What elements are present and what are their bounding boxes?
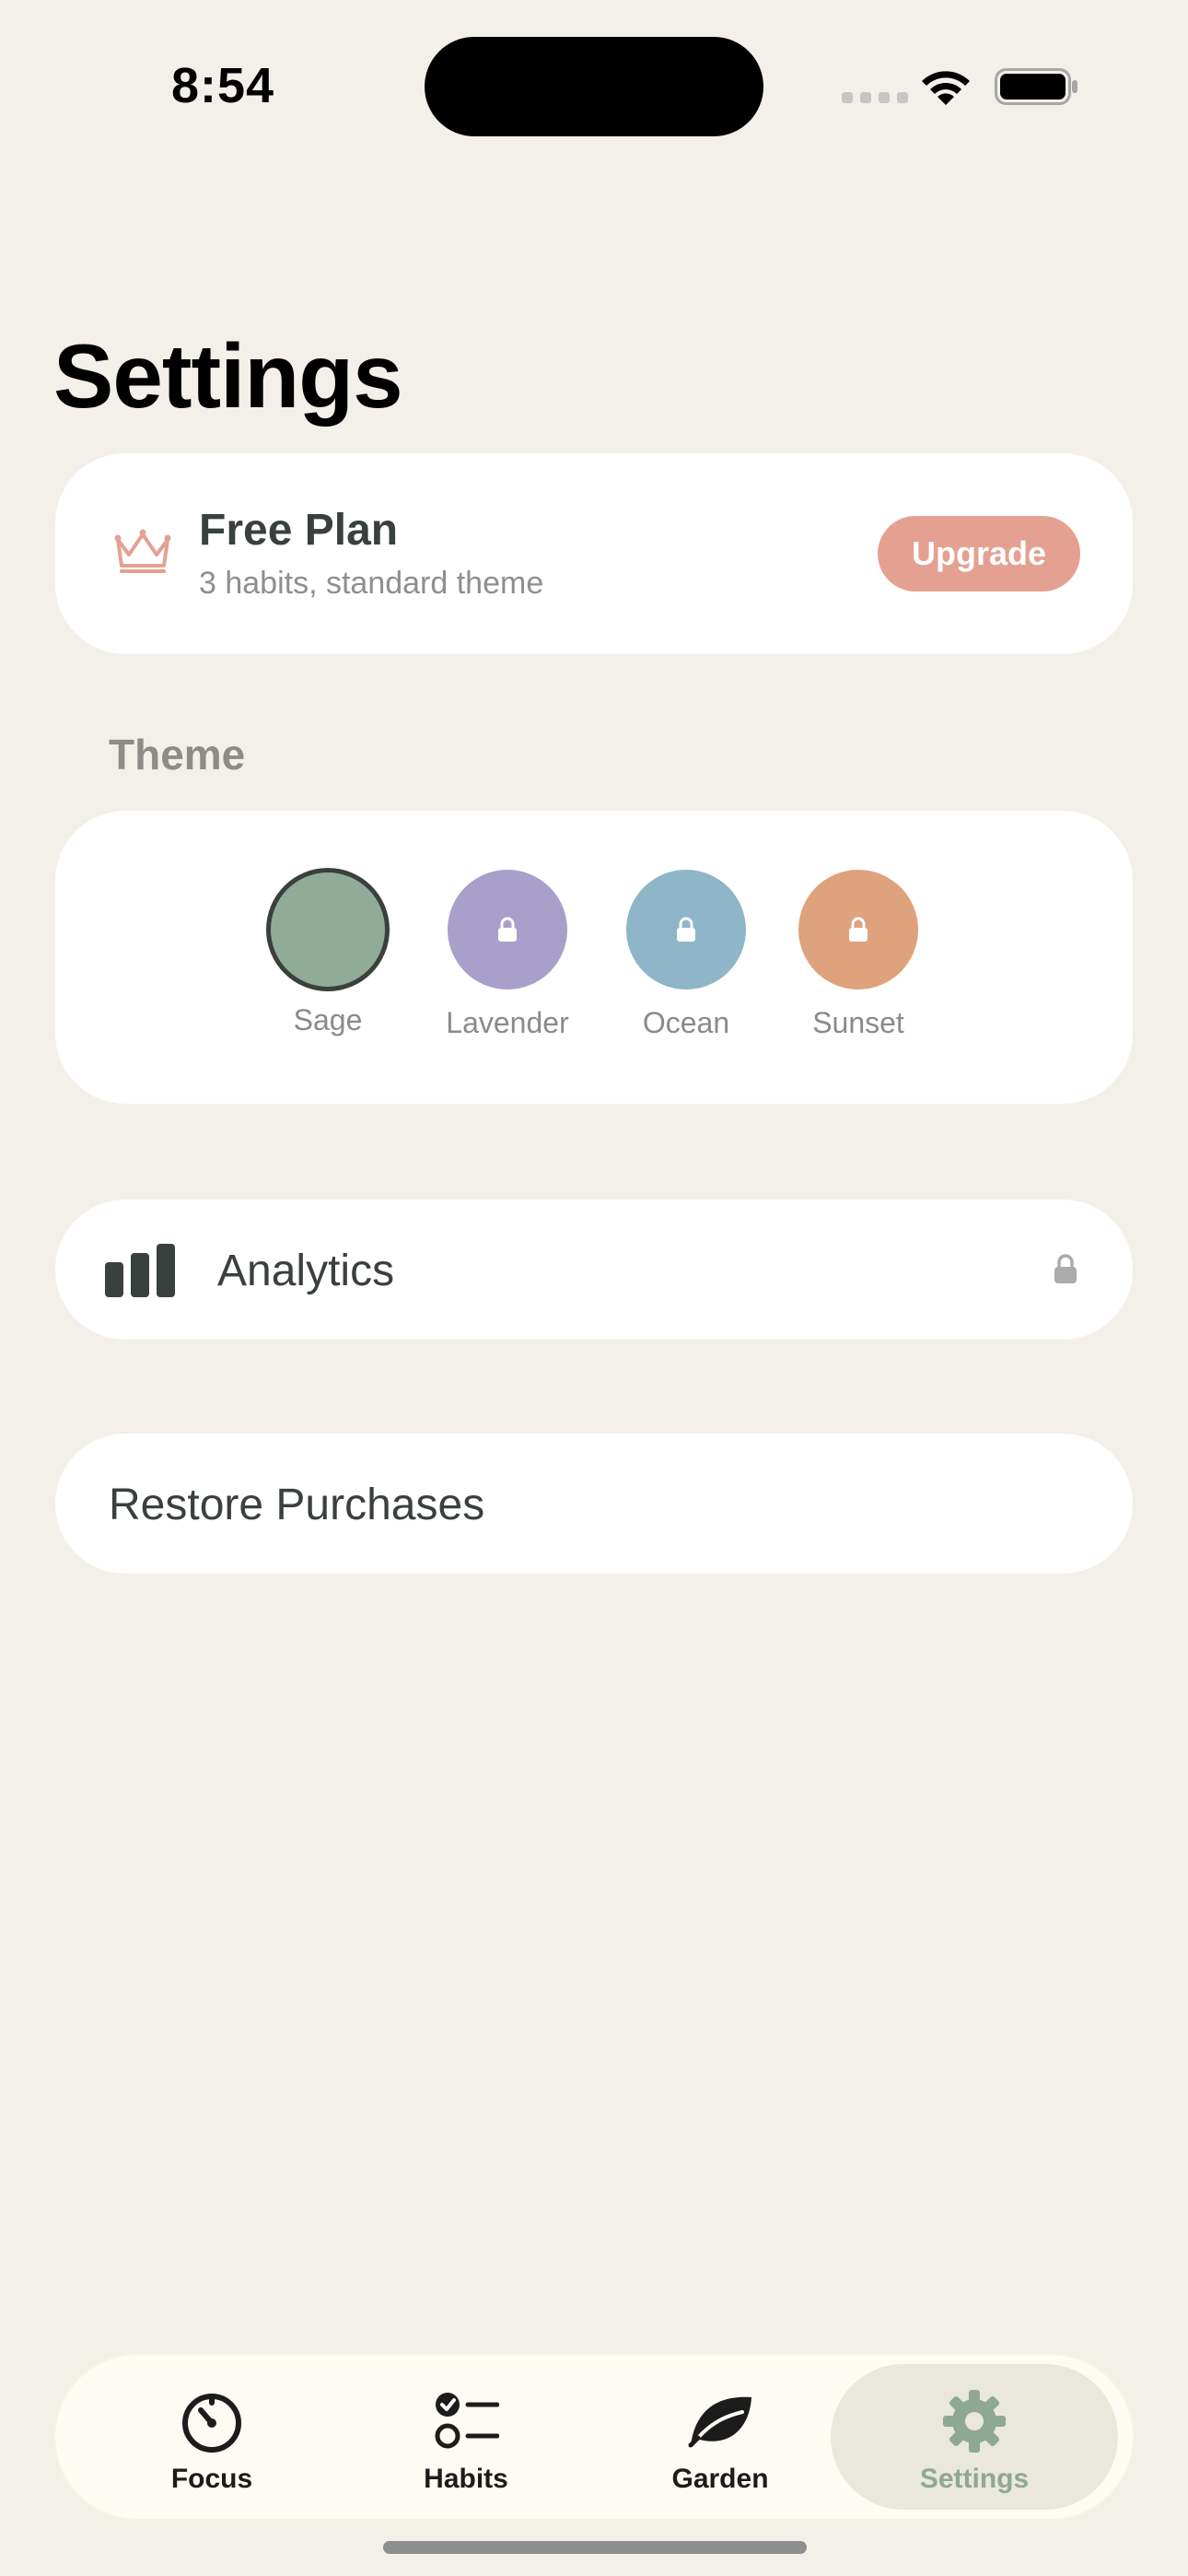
ocean-swatch[interactable] — [626, 870, 746, 989]
tab-garden[interactable]: Garden — [591, 2364, 849, 2510]
status-time: 8:54 — [171, 58, 275, 113]
gear-icon — [943, 2390, 1006, 2453]
tab-label: Settings — [919, 2464, 1030, 2494]
tab-label: Focus — [170, 2464, 253, 2494]
lock-icon — [677, 917, 695, 942]
lavender-swatch[interactable] — [448, 870, 567, 989]
plan-title: Free Plan — [199, 506, 399, 555]
tab-settings[interactable]: Settings — [831, 2364, 1118, 2510]
sunset-swatch[interactable] — [798, 870, 918, 989]
leaf-icon — [688, 2396, 751, 2448]
theme-option-lavender[interactable]: Lavender — [434, 870, 581, 1040]
sage-swatch[interactable] — [271, 872, 385, 987]
dynamic-island — [425, 37, 763, 136]
tab-label: Habits — [424, 2464, 508, 2494]
lock-icon — [498, 917, 517, 942]
tab-bar: Focus Habits Garden Settings — [55, 2355, 1133, 2519]
cellular-signal-icon — [842, 92, 908, 103]
lock-icon — [1054, 1254, 1077, 1283]
page-title: Settings — [53, 325, 403, 427]
status-icons — [842, 63, 1081, 109]
theme-section-label: Theme — [109, 731, 246, 779]
home-indicator[interactable] — [383, 2541, 807, 2554]
bar-chart-icon — [105, 1244, 175, 1297]
theme-option-ocean[interactable]: Ocean — [612, 870, 760, 1040]
battery-icon — [995, 68, 1077, 105]
swatch-label: Ocean — [642, 1006, 730, 1039]
plan-subtitle: 3 habits, standard theme — [199, 566, 544, 601]
tab-focus[interactable]: Focus — [83, 2364, 341, 2510]
plan-card: Free Plan 3 habits, standard theme Upgra… — [55, 453, 1133, 654]
swatch-label: Lavender — [446, 1006, 569, 1039]
crown-icon — [114, 529, 171, 573]
tab-habits[interactable]: Habits — [337, 2364, 595, 2510]
swatch-label: Sunset — [812, 1006, 904, 1039]
checklist-icon — [435, 2393, 499, 2449]
analytics-label: Analytics — [217, 1247, 395, 1295]
restore-purchases-label: Restore Purchases — [109, 1481, 485, 1529]
lock-icon — [849, 917, 868, 942]
analytics-row[interactable]: Analytics — [55, 1200, 1133, 1340]
theme-option-sage[interactable]: Sage — [254, 870, 402, 1037]
theme-option-sunset[interactable]: Sunset — [785, 870, 932, 1040]
wifi-icon — [922, 71, 970, 105]
theme-card: Sage Lavender Ocean Sunset — [55, 811, 1133, 1104]
restore-purchases-button[interactable]: Restore Purchases — [55, 1434, 1133, 1574]
tab-label: Garden — [671, 2464, 769, 2494]
swatch-label: Sage — [293, 1003, 363, 1036]
upgrade-button[interactable]: Upgrade — [878, 516, 1080, 591]
timer-icon — [182, 2394, 241, 2453]
settings-screen: 8:54 Settings Free Plan 3 habits, standa… — [0, 0, 1188, 2576]
